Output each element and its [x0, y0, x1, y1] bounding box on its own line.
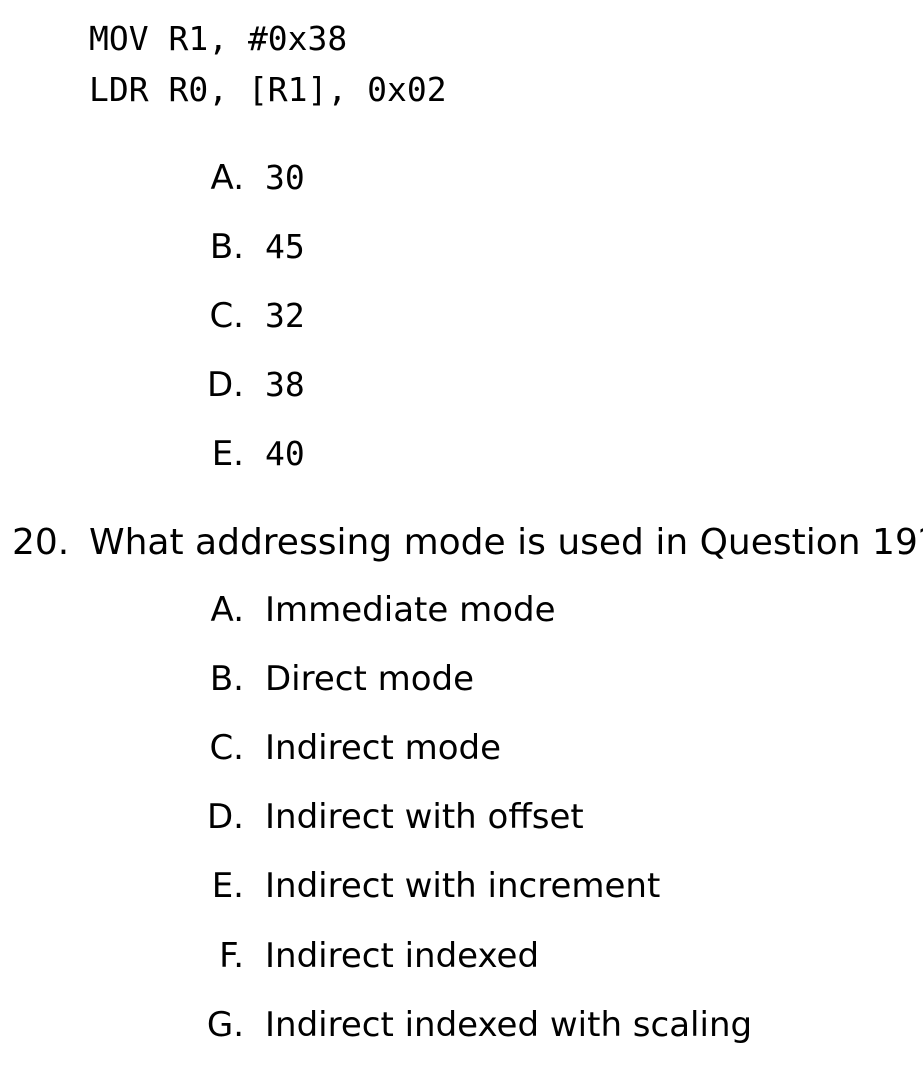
code-line-mov: MOV R1, #0x38 — [89, 19, 348, 58]
q20-option-a: A. Immediate mode — [0, 590, 923, 630]
option-text: Direct mode — [265, 659, 475, 699]
q19-option-c: C. 32 — [0, 296, 923, 336]
option-text: Indirect with offset — [265, 797, 584, 837]
option-text: 32 — [265, 296, 305, 335]
option-letter: E. — [211, 866, 244, 906]
option-letter: A. — [210, 158, 244, 198]
q19-option-b: B. 45 — [0, 227, 923, 267]
option-text: Immediate mode — [265, 590, 556, 630]
q20-option-f: F. Indirect indexed — [0, 936, 923, 976]
question-number: 20. — [12, 522, 70, 563]
option-letter: C. — [209, 296, 244, 336]
option-text: Indirect mode — [265, 728, 502, 768]
q20-option-e: E. Indirect with increment — [0, 866, 923, 906]
q19-option-e: E. 40 — [0, 434, 923, 474]
code-line-ldr: LDR R0, [R1], 0x02 — [89, 70, 447, 109]
option-text: Indirect indexed with scaling — [265, 1005, 753, 1045]
option-letter: B. — [209, 659, 244, 699]
option-letter: G. — [206, 1005, 244, 1045]
q20-option-d: D. Indirect with offset — [0, 797, 923, 837]
option-letter: B. — [209, 227, 244, 267]
option-text: Indirect with increment — [265, 866, 661, 906]
option-letter: E. — [211, 434, 244, 474]
option-letter: F. — [219, 936, 244, 976]
q20-option-c: C. Indirect mode — [0, 728, 923, 768]
option-letter: D. — [207, 797, 244, 837]
q19-option-d: D. 38 — [0, 365, 923, 405]
q20-option-b: B. Direct mode — [0, 659, 923, 699]
option-text: 30 — [265, 158, 305, 197]
option-letter: D. — [207, 365, 244, 405]
option-letter: A. — [210, 590, 244, 630]
option-text: 40 — [265, 434, 305, 473]
q19-option-a: A. 30 — [0, 158, 923, 198]
question-text: What addressing mode is used in Question… — [89, 522, 923, 563]
q20-option-g: G. Indirect indexed with scaling — [0, 1005, 923, 1045]
option-letter: C. — [209, 728, 244, 768]
option-text: 38 — [265, 365, 305, 404]
option-text: Indirect indexed — [265, 936, 540, 976]
option-text: 45 — [265, 227, 305, 266]
